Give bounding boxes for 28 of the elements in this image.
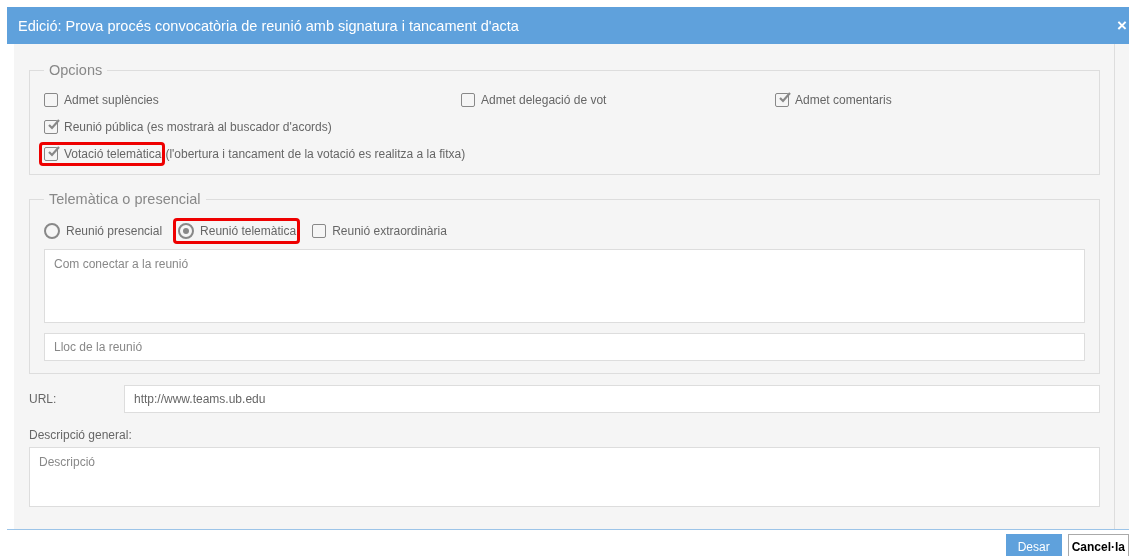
option-label: Reunió presencial (66, 224, 163, 238)
connection-textarea[interactable]: Com conectar a la reunió (44, 249, 1085, 323)
location-input[interactable]: Lloc de la reunió (44, 333, 1085, 361)
option-label: Reunió telemàtica (200, 224, 297, 238)
option-label: Admet suplències (64, 93, 159, 107)
checkbox[interactable] (312, 224, 327, 238)
radio-button[interactable] (44, 223, 60, 239)
option-note: (l'obertura i tancament de la votació es realitza a la fitxa) (165, 147, 466, 161)
option-label: Reunió pública (es mostrarà al buscador d'acords) (64, 120, 332, 134)
checkbox[interactable] (44, 147, 58, 161)
option-label: Votació telemàtica (64, 147, 162, 161)
option-label: Admet comentaris (795, 93, 892, 107)
radio-button[interactable] (178, 223, 195, 239)
fieldset-legend: Telemàtica o presencial (44, 191, 206, 207)
fieldset-legend: Opcions (44, 62, 108, 78)
description-textarea[interactable]: Descripció (29, 447, 1100, 507)
checkbox[interactable] (44, 93, 58, 107)
window-title: Edició: Prova procés convocatòria de reunió amb signatura i tancament d'acta (18, 17, 519, 34)
description-label: Descripció general: (29, 428, 133, 442)
url-label: URL: (29, 392, 58, 406)
option-label: Reunió extraordinària (332, 224, 447, 238)
checkbox[interactable] (775, 93, 789, 107)
checkbox[interactable] (44, 120, 58, 134)
url-input[interactable]: http://www.teams.ub.edu (124, 385, 1100, 413)
scrollbar-track[interactable] (1114, 44, 1129, 529)
checkbox[interactable] (461, 93, 475, 107)
option-label: Admet delegació de vot (481, 93, 607, 107)
cancel-button[interactable]: Cancel·la (1067, 534, 1129, 556)
